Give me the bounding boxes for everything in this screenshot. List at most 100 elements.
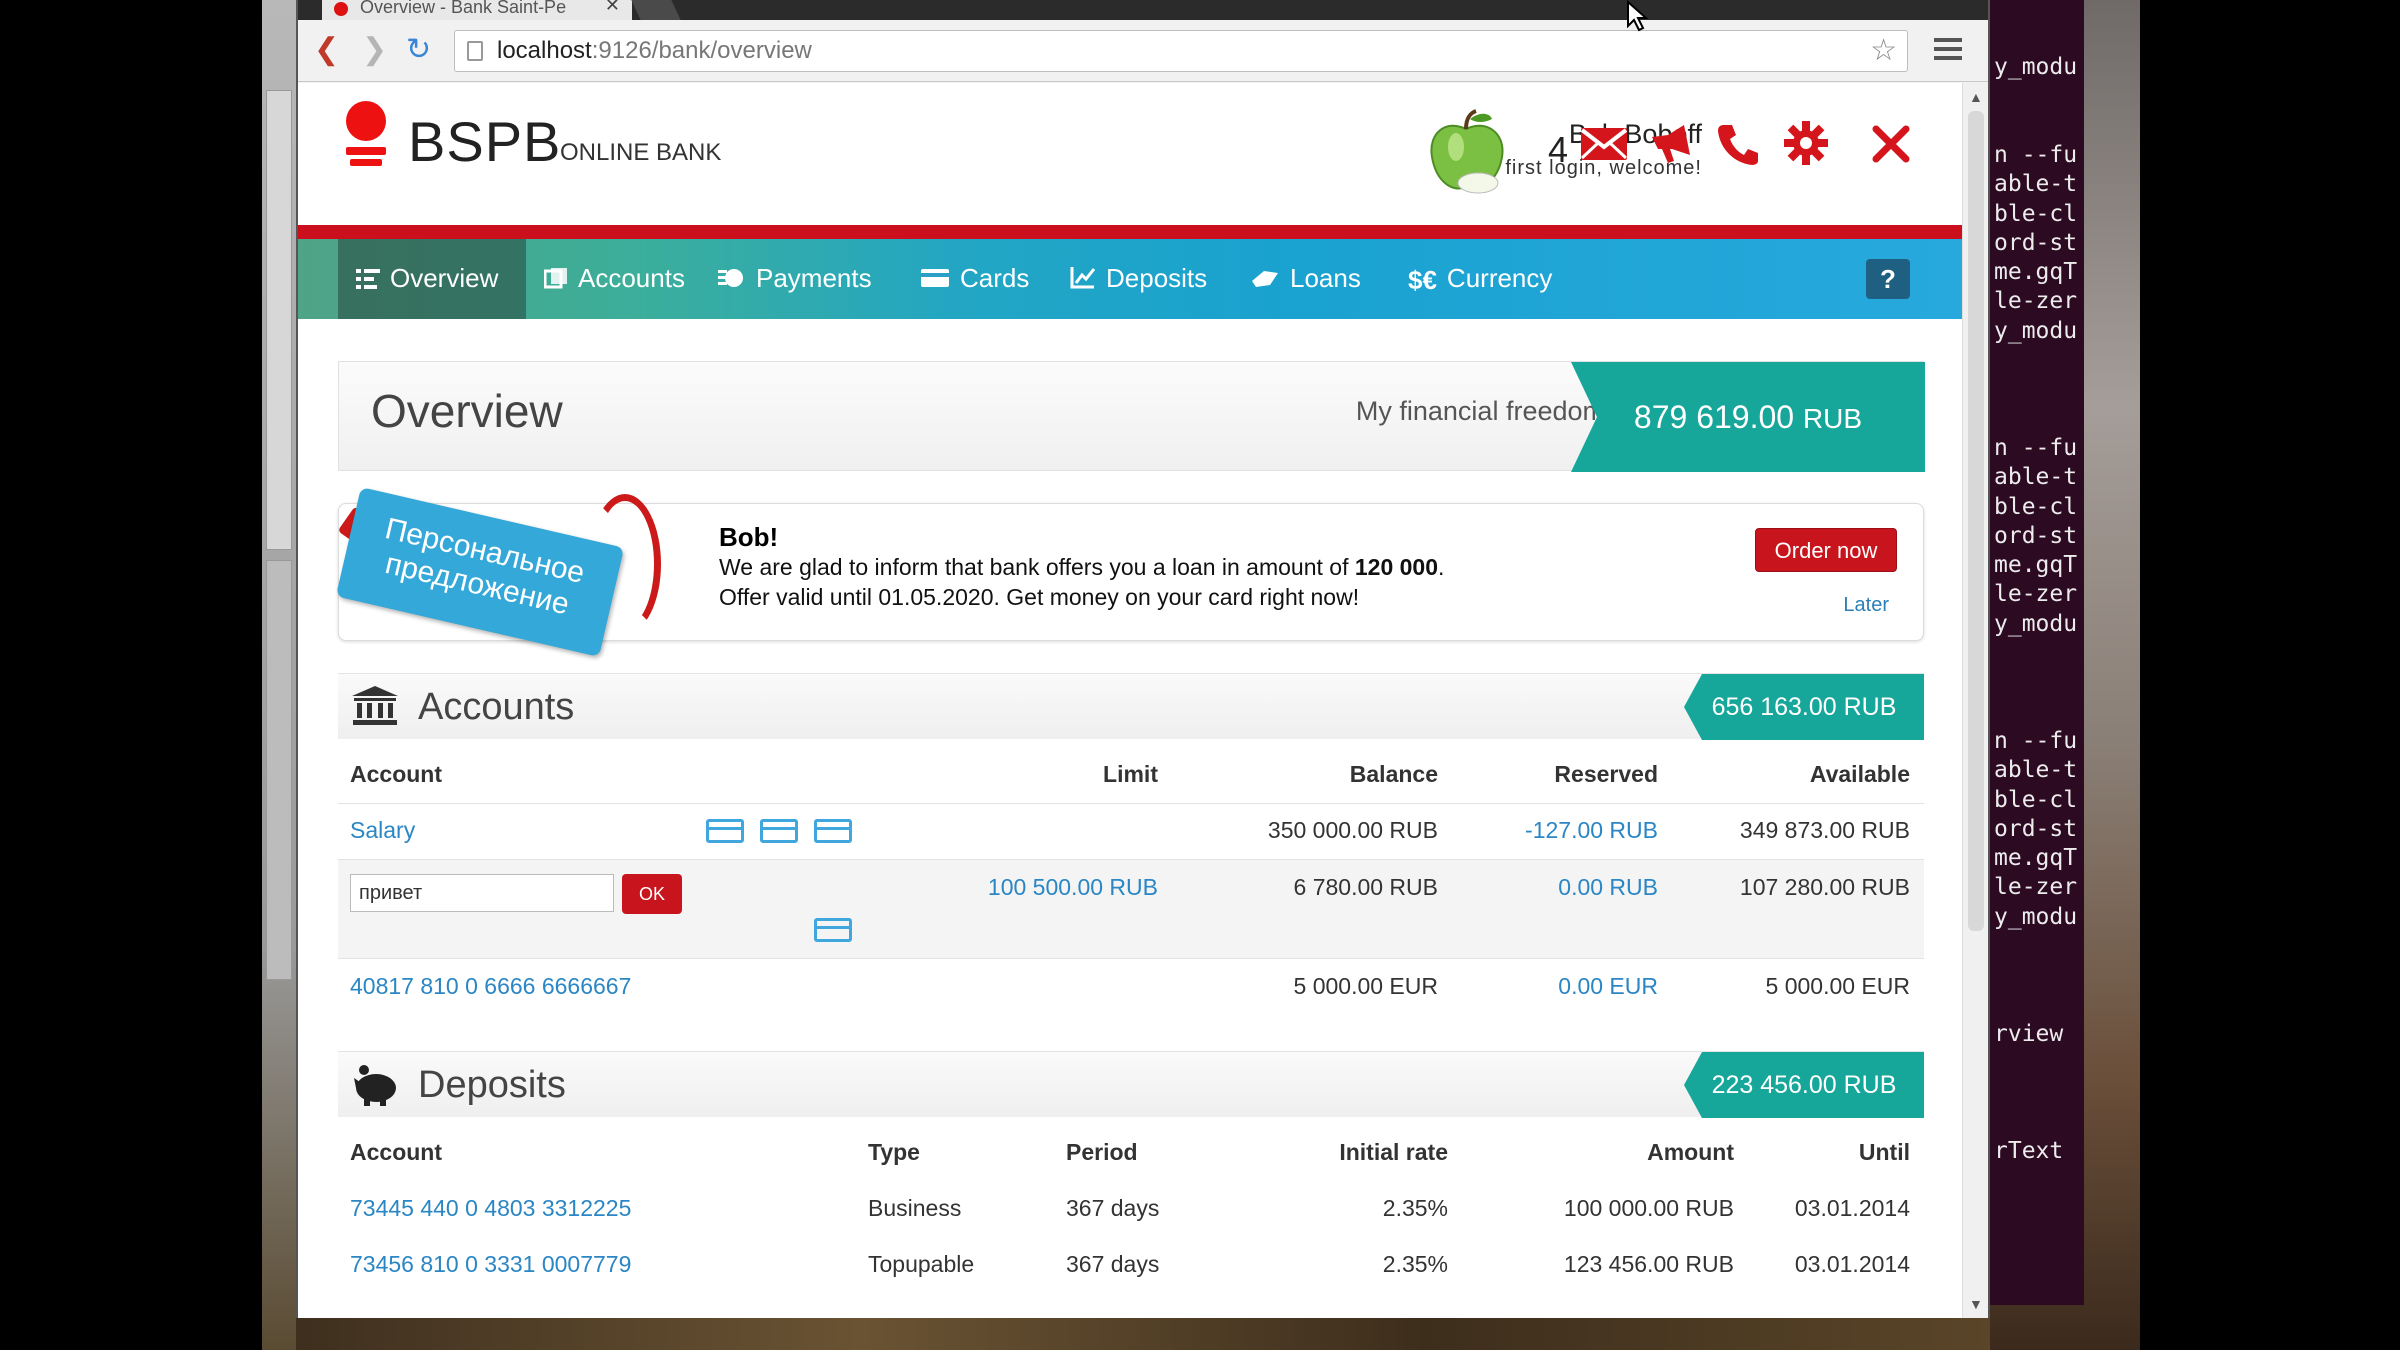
nav-overview[interactable]: Overview <box>338 239 526 319</box>
terminal-line: ble-cl <box>1994 493 2078 520</box>
type-cell: Topupable <box>868 1251 975 1277</box>
terminal-window[interactable]: y_modu n --fu able-t ble-cl ord-st me.gqT le-z… <box>1988 0 2084 1305</box>
bank-logo-icon[interactable] <box>346 101 386 171</box>
gear-icon[interactable] <box>1784 121 1828 170</box>
card-icon[interactable] <box>814 918 852 942</box>
offer-greeting: Bob! <box>719 522 779 552</box>
terminal-line: able-t <box>1994 171 2078 198</box>
row-divider <box>338 958 1924 959</box>
avatar-apple-icon[interactable] <box>1426 109 1506 197</box>
scroll-up-icon[interactable]: ▲ <box>1969 89 1983 105</box>
accounts-total: 656 163.00 RUB <box>1684 674 1924 740</box>
url-host: localhost <box>497 37 592 64</box>
col-header-amount: Amount <box>1647 1139 1734 1165</box>
back-icon[interactable]: ❮ <box>314 30 339 70</box>
logout-close-icon[interactable] <box>1872 125 1910 168</box>
deposit-account-link[interactable]: 73456 810 0 3331 0007779 <box>350 1251 631 1278</box>
terminal-line: y_modu <box>1994 317 2078 344</box>
overview-summary: Overview My financial freedom 879 619.00… <box>338 361 1925 472</box>
ok-button[interactable]: OK <box>622 874 682 914</box>
megaphone-icon[interactable] <box>1650 123 1694 170</box>
terminal-line: rText <box>1994 1138 2064 1165</box>
piggy-bank-icon <box>352 1064 398 1111</box>
account-rename-input[interactable] <box>350 874 614 912</box>
header-divider <box>298 225 1962 239</box>
nav-label: Loans <box>1290 263 1361 293</box>
accounts-section-title: Accounts <box>418 686 575 728</box>
offer-text-line-1: We are glad to inform that bank offers y… <box>719 554 1445 580</box>
card-icon[interactable] <box>706 819 744 843</box>
balance-cell: 350 000.00 RUB <box>1267 817 1438 843</box>
payments-icon <box>718 241 746 319</box>
phone-icon[interactable] <box>1718 123 1758 170</box>
period-cell: 367 days <box>1066 1251 1160 1277</box>
reserved-link[interactable]: 0.00 RUB <box>1418 874 1658 901</box>
deposits-section-title: Deposits <box>418 1064 566 1106</box>
envelope-icon[interactable] <box>1580 127 1628 166</box>
background-window-panel <box>266 90 292 550</box>
bank-logo-text[interactable]: BSPB <box>408 109 561 174</box>
amount-cell: 123 456.00 RUB <box>1563 1251 1734 1277</box>
account-link[interactable]: 40817 810 0 6666 6666667 <box>350 973 631 1000</box>
card-icon[interactable] <box>814 819 852 843</box>
card-icon[interactable] <box>760 819 798 843</box>
later-link[interactable]: Later <box>1789 594 1889 617</box>
balance-cell: 6 780.00 RUB <box>1293 874 1438 900</box>
offer-text-line-2: Offer valid until 01.05.2020. Get money … <box>719 584 1360 610</box>
nav-cards[interactable]: Cards <box>902 239 1049 319</box>
nav-deposits[interactable]: Deposits <box>1052 239 1227 319</box>
favicon-icon <box>334 2 348 16</box>
terminal-line: ble-cl <box>1994 786 2078 813</box>
reserved-link[interactable]: -127.00 RUB <box>1418 817 1658 844</box>
terminal-line: le-zer <box>1994 581 2078 608</box>
terminal-line: me.gqT <box>1994 259 2078 286</box>
terminal-line: y_modu <box>1994 54 2078 80</box>
scrollbar-thumb[interactable] <box>1968 111 1984 931</box>
browser-tab[interactable]: Overview - Bank Saint-Pe ✕ <box>322 0 632 20</box>
terminal-line: rview <box>1994 1020 2064 1047</box>
reserved-link[interactable]: 0.00 EUR <box>1418 973 1658 1000</box>
terminal-line: ord-st <box>1994 229 2078 256</box>
limit-link[interactable]: 100 500.00 RUB <box>898 874 1158 901</box>
message-count: 4 <box>1548 129 1569 170</box>
forward-icon[interactable]: ❯ <box>362 30 387 70</box>
total-currency: RUB <box>1802 403 1863 434</box>
ribbon-decoration <box>589 494 661 634</box>
personal-offer-banner: Персональное предложение Bob! We are gla… <box>335 487 1924 657</box>
mouse-cursor-icon <box>1626 0 1649 37</box>
help-button[interactable]: ? <box>1866 259 1910 299</box>
deposit-account-link[interactable]: 73445 440 0 4803 3312225 <box>350 1195 631 1222</box>
scroll-down-icon[interactable]: ▼ <box>1969 1296 1983 1312</box>
page-title: Overview <box>371 385 563 437</box>
new-tab-button[interactable] <box>631 0 681 20</box>
page-scrollbar[interactable]: ▲ ▼ <box>1962 83 1988 1318</box>
browser-menu-icon[interactable] <box>1934 38 1962 65</box>
terminal-line: n --fu <box>1994 141 2078 168</box>
nav-accounts[interactable]: Accounts <box>526 239 705 319</box>
accounts-section-header: Accounts 656 163.00 RUB <box>338 673 1924 740</box>
col-header-type: Type <box>868 1139 920 1165</box>
bookmark-star-icon[interactable]: ☆ <box>1870 31 1897 71</box>
terminal-line: le-zer <box>1994 288 2078 315</box>
nav-loans[interactable]: Loans <box>1232 239 1381 319</box>
col-header-reserved: Reserved <box>1554 761 1658 787</box>
close-tab-icon[interactable]: ✕ <box>605 0 620 14</box>
offer-tag: Персональное предложение <box>335 487 625 657</box>
desktop-wallpaper-bottom <box>296 1318 1990 1350</box>
address-bar[interactable]: localhost:9126/bank/overview ☆ <box>454 30 1908 72</box>
nav-currency[interactable]: $€ Currency <box>1390 239 1572 319</box>
until-cell: 03.01.2014 <box>1794 1195 1910 1221</box>
account-link[interactable]: Salary <box>350 817 415 844</box>
terminal-line: me.gqT <box>1994 845 2078 872</box>
type-cell: Business <box>868 1195 962 1221</box>
nav-payments[interactable]: Payments <box>700 239 892 319</box>
currency-icon: $€ <box>1408 265 1437 296</box>
reload-icon[interactable]: ↻ <box>406 30 431 70</box>
until-cell: 03.01.2014 <box>1794 1251 1910 1277</box>
period-cell: 367 days <box>1066 1195 1160 1221</box>
tab-strip: Overview - Bank Saint-Pe ✕ <box>298 0 1988 20</box>
col-header-balance: Balance <box>1349 761 1438 787</box>
total-amount: 879 619.00 <box>1633 399 1795 435</box>
page-icon <box>467 41 483 61</box>
order-now-button[interactable]: Order now <box>1755 528 1897 572</box>
